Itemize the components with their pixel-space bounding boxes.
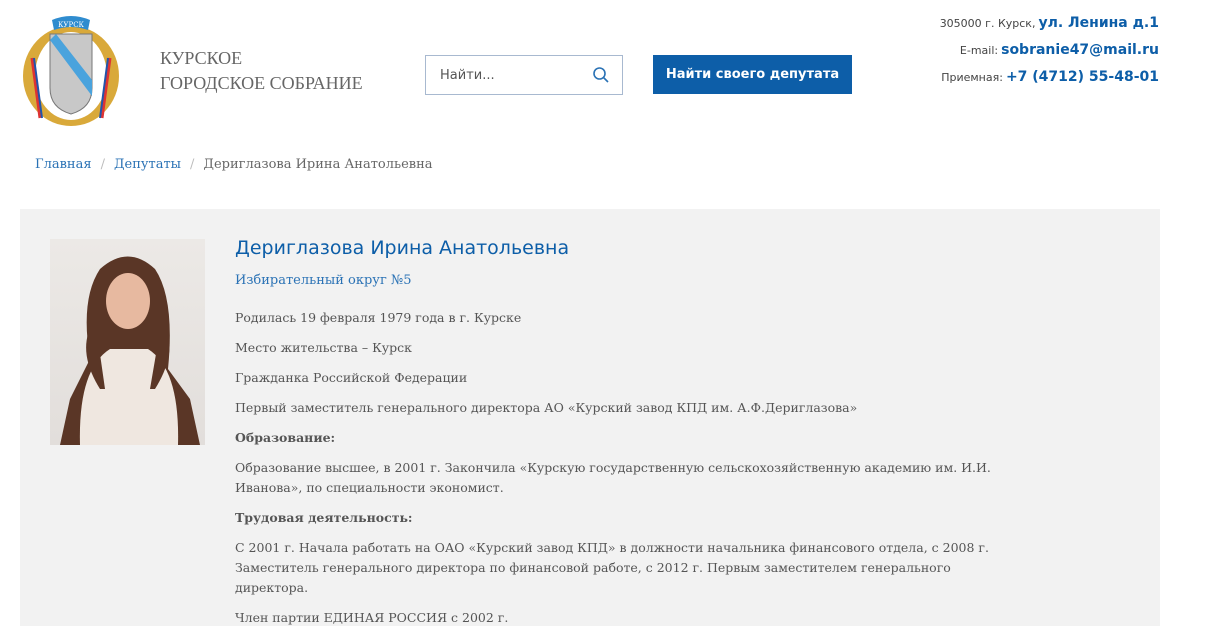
party-membership: Член партии ЕДИНАЯ РОССИЯ с 2002 г.: [235, 610, 509, 625]
breadcrumb-home[interactable]: Главная: [35, 157, 92, 172]
education-text: Образование высшее, в 2001 г. Закончила …: [235, 460, 991, 495]
breadcrumb-separator: /: [100, 157, 105, 172]
email-link[interactable]: sobranie47@mail.ru: [1001, 42, 1159, 58]
bio-residence: Место жительства – Курск: [235, 340, 412, 355]
organization-name[interactable]: КУРСКОЕ ГОРОДСКОЕ СОБРАНИЕ: [160, 46, 363, 96]
find-deputy-button[interactable]: Найти своего депутата: [653, 55, 852, 94]
work-text: С 2001 г. Начала работать на ОАО «Курски…: [235, 540, 989, 595]
search-box: [425, 55, 623, 95]
work-heading: Трудовая деятельность:: [235, 510, 413, 525]
breadcrumb-separator: /: [190, 157, 195, 172]
bio-position: Первый заместитель генерального директор…: [235, 400, 858, 415]
svg-text:КУРСК: КУРСК: [58, 21, 85, 29]
deputy-card: Дериглазова Ирина Анатольевна Избиратель…: [20, 209, 1160, 626]
search-input[interactable]: [426, 56, 576, 94]
contacts: 305000 г. Курск, ул. Ленина д.1 E-mail: so…: [940, 10, 1159, 91]
email-label: E-mail:: [959, 44, 999, 57]
coat-of-arms-logo[interactable]: КУРСК: [20, 8, 122, 130]
phone-label: Приемная:: [941, 71, 1003, 84]
address-label: 305000 г. Курск,: [939, 17, 1036, 30]
education-heading: Образование:: [235, 430, 336, 445]
breadcrumb: Главная / Депутаты / Дериглазова Ирина Анато…: [35, 157, 433, 172]
deputy-photo: [50, 239, 205, 445]
deputy-name: Дериглазова Ирина Анатольевна: [235, 237, 570, 259]
electoral-district-link[interactable]: Избирательный округ №5: [235, 273, 1025, 288]
search-icon[interactable]: [592, 66, 610, 88]
org-name-line2: ГОРОДСКОЕ СОБРАНИЕ: [160, 73, 363, 93]
breadcrumb-deputies[interactable]: Депутаты: [114, 157, 181, 172]
address-value: ул. Ленина д.1: [1038, 15, 1159, 31]
phone-link[interactable]: +7 (4712) 55-48-01: [1006, 69, 1159, 85]
breadcrumb-current: Дериглазова Ирина Анатольевна: [203, 157, 433, 172]
bio-citizenship: Гражданка Российской Федерации: [235, 370, 468, 385]
org-name-line1: КУРСКОЕ: [160, 48, 243, 68]
bio-birth: Родилась 19 февраля 1979 года в г. Курск…: [235, 310, 522, 325]
